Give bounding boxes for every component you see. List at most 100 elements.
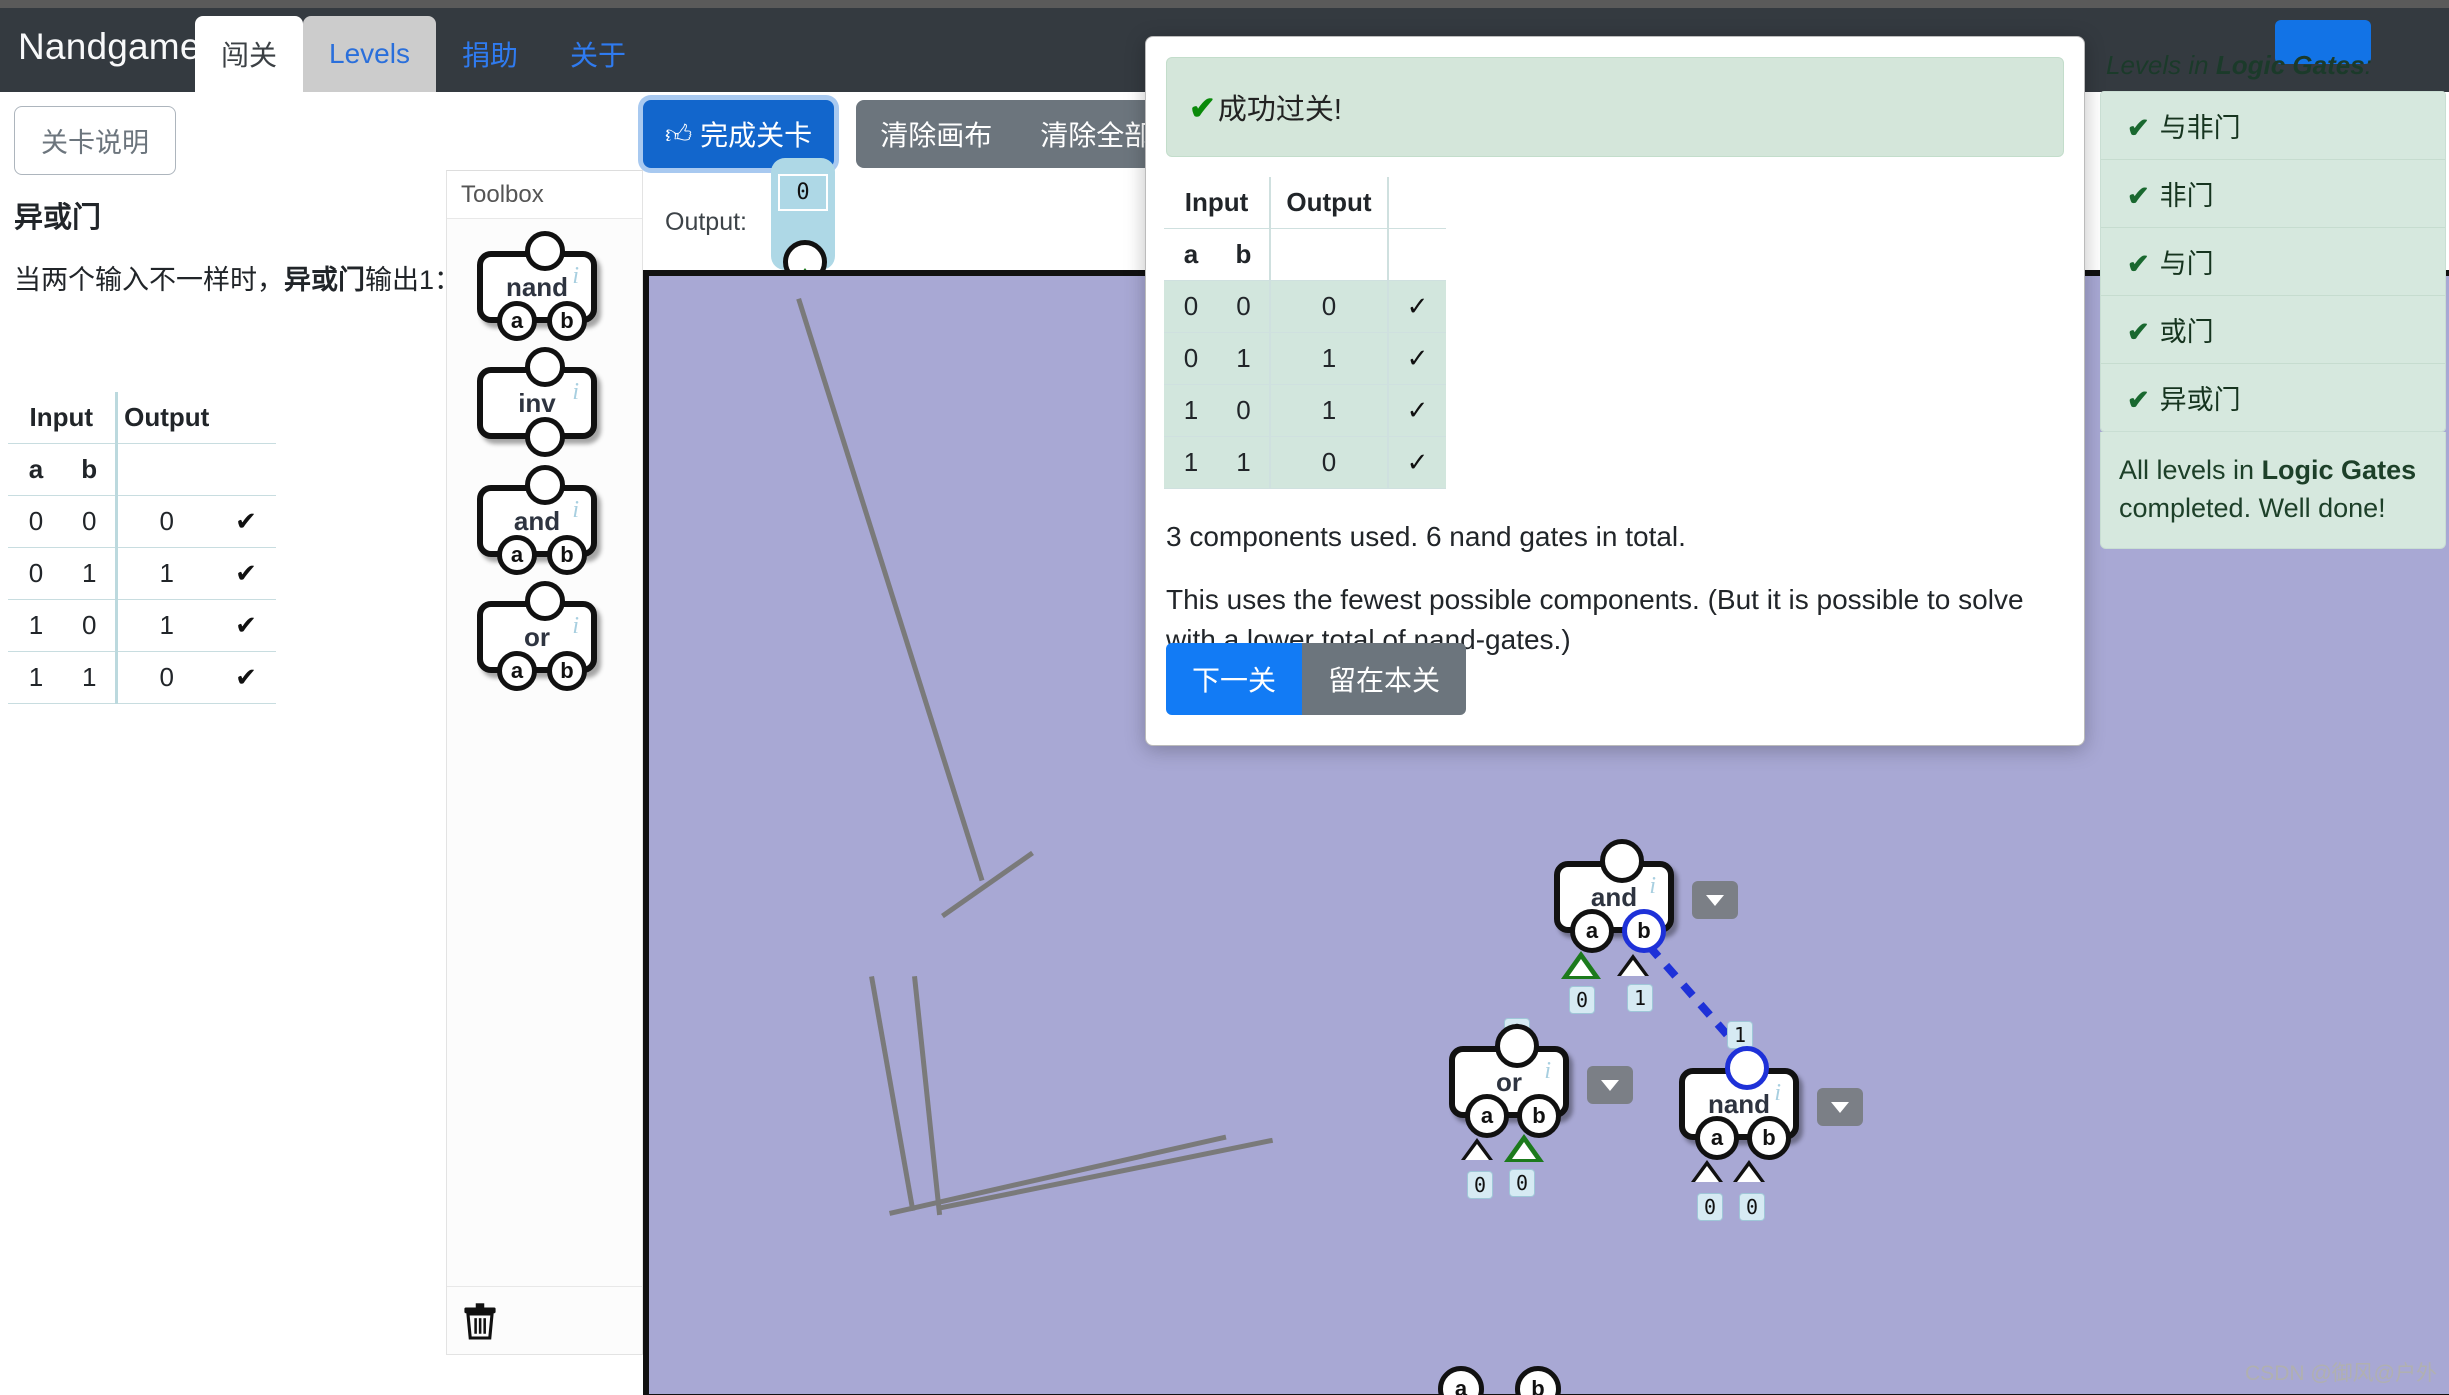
and-a-connector-inner (1569, 959, 1593, 976)
cell-check: ✔ (216, 651, 276, 704)
toolbox-gate-inv[interactable]: inv i (477, 347, 597, 457)
tab-levels[interactable]: Levels (303, 16, 436, 92)
th-b: b (1218, 228, 1270, 281)
toolbox-gate-and[interactable]: and i a b (477, 465, 597, 575)
info-icon[interactable]: i (572, 613, 579, 640)
info-icon[interactable]: i (572, 263, 579, 290)
gate-input-pin-b[interactable]: b (547, 301, 587, 341)
toolbox-body: nand i a b inv i and i a b or i a b (447, 219, 642, 1287)
info-icon[interactable]: i (1544, 1058, 1551, 1085)
th-input: Input (1164, 177, 1270, 229)
level-spec-button[interactable]: 关卡说明 (14, 106, 176, 175)
canvas-gate-nand[interactable]: nand i a b (1679, 1046, 1863, 1160)
sidebar-item-nand[interactable]: ✔ 与非门 (2101, 92, 2445, 160)
cell-check: ✓ (1387, 384, 1446, 437)
nand-a-connector-inner (1695, 1166, 1719, 1182)
th-output: Output (1269, 177, 1388, 229)
cell-check: ✔ (216, 547, 276, 600)
cell-check: ✔ (216, 599, 276, 652)
chevron-down-icon (1831, 1101, 1849, 1113)
gate-input-pin-a[interactable]: a (1570, 909, 1614, 953)
cell-check: ✓ (1387, 436, 1446, 489)
gate-output-pin[interactable] (1495, 1024, 1539, 1068)
gate-input-pin-b[interactable]: b (547, 651, 587, 691)
gate-menu-button[interactable] (1692, 881, 1738, 919)
wire-value-nand-a: 0 (1697, 1193, 1724, 1221)
clear-canvas-button[interactable]: 清除画布 (856, 100, 1017, 168)
note-prefix: All levels in (2119, 455, 2262, 485)
gate-input-pin-a[interactable]: a (1695, 1116, 1739, 1160)
gate-output-pin[interactable] (525, 231, 565, 271)
gate-input-pin-a[interactable]: a (1465, 1094, 1509, 1138)
level-label: 异或门 (2159, 385, 2241, 415)
gate-input-pin-a[interactable]: a (497, 301, 537, 341)
gate-input-pin[interactable] (525, 417, 565, 457)
check-icon: ✔ (2127, 385, 2150, 415)
gate-input-pin-b[interactable]: b (1517, 1094, 1561, 1138)
and-b-connector-inner (1621, 960, 1645, 976)
table-row: 0 0 0 ✓ (1164, 280, 1446, 333)
info-icon[interactable]: i (1649, 873, 1656, 900)
info-icon[interactable]: i (572, 379, 579, 406)
level-label: 与非门 (2159, 113, 2241, 143)
gate-output-pin[interactable] (525, 347, 565, 387)
tab-donate[interactable]: 捐助 (436, 16, 544, 92)
app-brand: Nandgame (18, 26, 201, 67)
toolbox-gate-nand[interactable]: nand i a b (477, 231, 597, 341)
gate-output-pin[interactable] (1600, 839, 1644, 883)
toolbox-gate-or[interactable]: or i a b (477, 581, 597, 691)
canvas-gate-and[interactable]: and i a b (1554, 839, 1738, 953)
gate-output-pin[interactable] (525, 465, 565, 505)
tab-about[interactable]: 关于 (544, 16, 652, 92)
cell-a: 0 (1164, 332, 1218, 385)
gate-input-pin-a[interactable]: a (497, 651, 537, 691)
level-complete-modal: ✔成功过关! Input Output a b 0 0 0 ✓ 0 1 1 ✓ … (1145, 36, 2085, 746)
cell-b: 0 (1218, 280, 1270, 333)
wire-value-nand-b: 0 (1739, 1193, 1766, 1221)
sidebar-item-xor[interactable]: ✔ 异或门 (2101, 364, 2445, 431)
cell-out: 1 (1269, 332, 1388, 385)
canvas-gate-or[interactable]: or i a b (1449, 1024, 1633, 1138)
wire-value-or-a: 0 (1467, 1171, 1494, 1199)
cell-a: 1 (8, 599, 64, 652)
gate-output-pin[interactable] (1725, 1046, 1769, 1090)
cell-out: 1 (1269, 384, 1388, 437)
cell-b: 1 (64, 547, 116, 600)
sidebar-item-and[interactable]: ✔ 与门 (2101, 228, 2445, 296)
table-row: 0 0 0 ✔ (8, 495, 276, 548)
table-row: 1 1 0 ✔ (8, 651, 276, 704)
th-a: a (1164, 228, 1218, 281)
gate-output-pin[interactable] (525, 581, 565, 621)
wire-nand-a-to-input-a (889, 1134, 1227, 1216)
next-level-button[interactable]: 下一关 (1166, 643, 1303, 715)
cell-out: 0 (114, 651, 216, 704)
sidebar-item-or[interactable]: ✔ 或门 (2101, 296, 2445, 364)
info-icon[interactable]: i (572, 497, 579, 524)
sidebar-item-inv[interactable]: ✔ 非门 (2101, 160, 2445, 228)
gate-input-pin-b[interactable]: b (547, 535, 587, 575)
output-value: 0 (778, 174, 828, 211)
cell-a: 1 (8, 651, 64, 704)
gate-menu-button[interactable] (1817, 1088, 1863, 1126)
info-icon[interactable]: i (1774, 1080, 1781, 1107)
gate-input-pin-a[interactable]: a (497, 535, 537, 575)
cell-out: 0 (114, 495, 216, 548)
or-a-connector-inner (1465, 1144, 1489, 1160)
wire-value-and-b: 1 (1627, 984, 1654, 1012)
table-row: 1 1 0 ✓ (1164, 436, 1446, 489)
level-label: 与门 (2159, 249, 2214, 279)
gate-input-pin-b[interactable]: b (1747, 1116, 1791, 1160)
wire-nand-b-to-input-b (937, 1137, 1274, 1211)
canvas-toolbar: 👍︎ 完成关卡 清除画布 清除全部记录 (643, 100, 1233, 168)
cell-b: 0 (64, 599, 116, 652)
wire-out-to-and (796, 298, 985, 882)
stay-level-button[interactable]: 留在本关 (1302, 643, 1467, 715)
trash-icon[interactable] (463, 1302, 497, 1340)
check-icon: ✔ (2127, 113, 2150, 143)
gate-menu-button[interactable] (1587, 1066, 1633, 1104)
cell-a: 1 (1164, 384, 1218, 437)
tab-play[interactable]: 闯关 (195, 16, 304, 92)
levels-title-group: Logic Gates (2215, 50, 2365, 80)
th-out-blank (114, 443, 216, 496)
gate-input-pin-b[interactable]: b (1622, 909, 1666, 953)
